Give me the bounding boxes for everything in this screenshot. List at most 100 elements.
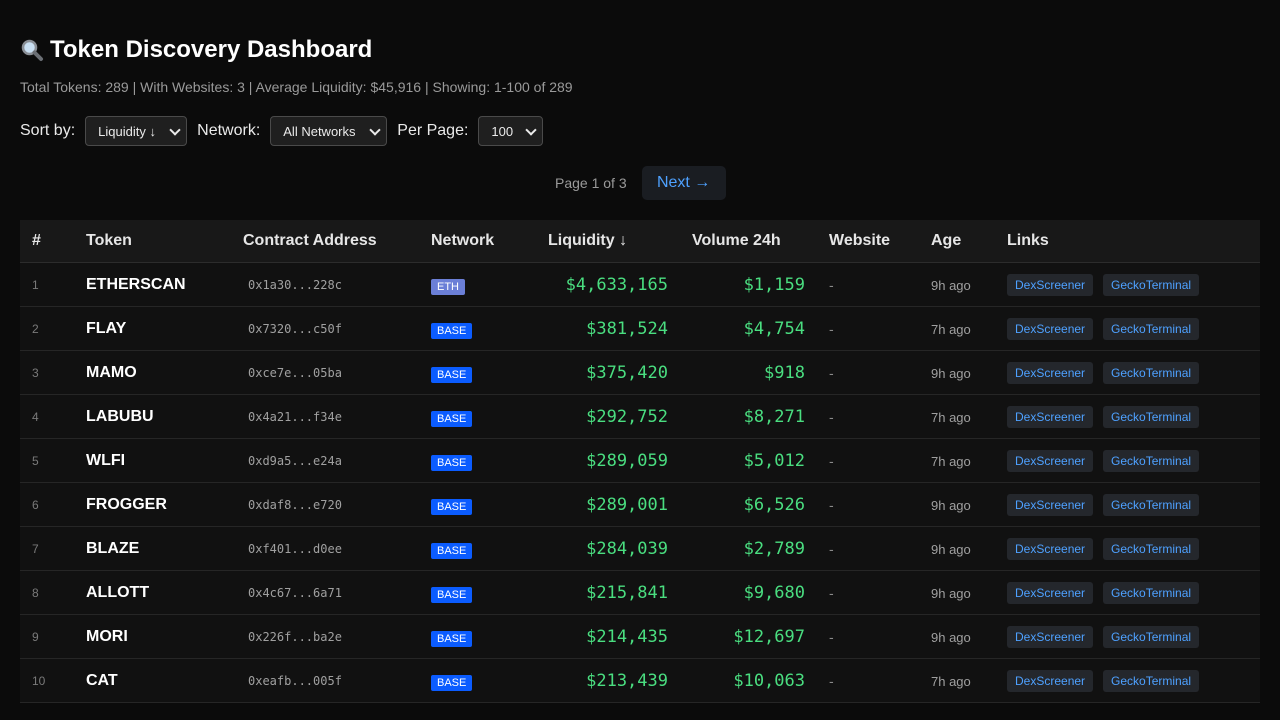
liquidity-value: $289,001 (586, 495, 668, 515)
liquidity-value: $381,524 (586, 319, 668, 339)
column-header-rank: # (32, 232, 41, 249)
token-symbol: FLAY (86, 320, 127, 337)
liquidity-value: $284,039 (586, 539, 668, 559)
website-value: - (829, 673, 834, 689)
liquidity-value: $375,420 (586, 363, 668, 383)
network-cell: BASE (431, 409, 473, 427)
table-row[interactable]: 4 LABUBU 0x4a21...f34e BASE $292,752 $8,271 - 7… (20, 395, 1260, 439)
table-row[interactable]: 9 MORI 0x226f...ba2e BASE $214,435 $12,697 - 9h… (20, 615, 1260, 659)
row-rank: 10 (32, 674, 46, 688)
row-rank: 6 (32, 498, 39, 512)
dexscreener-link[interactable]: DexScreener (1007, 538, 1094, 560)
sort-select[interactable]: Liquidity ↓ (85, 116, 188, 146)
website-value: - (829, 629, 834, 645)
age-value: 9h ago (931, 498, 971, 513)
links-cell: DexScreener GeckoTerminal (1007, 626, 1200, 648)
token-symbol: WLFI (86, 452, 126, 469)
age-value: 9h ago (931, 366, 971, 381)
links-cell: DexScreener GeckoTerminal (1007, 670, 1200, 692)
pagination: Page 1 of 3 Next → (555, 166, 726, 200)
table-row[interactable]: 6 FROGGER 0xdaf8...e720 BASE $289,001 $6,526 -… (20, 483, 1260, 527)
website-value: - (829, 585, 834, 601)
dexscreener-link[interactable]: DexScreener (1007, 362, 1094, 384)
dexscreener-link[interactable]: DexScreener (1007, 406, 1094, 428)
geckoterminal-link[interactable]: GeckoTerminal (1103, 362, 1200, 384)
dexscreener-link[interactable]: DexScreener (1007, 670, 1094, 692)
table-row[interactable]: 3 MAMO 0xce7e...05ba BASE $375,420 $918 - 9h ag… (20, 351, 1260, 395)
geckoterminal-link[interactable]: GeckoTerminal (1103, 274, 1200, 296)
column-header-contract: Contract Address (243, 232, 377, 249)
contract-address[interactable]: 0xf401...d0ee (248, 542, 342, 556)
column-header-volume[interactable]: Volume 24h (692, 232, 781, 250)
network-badge: BASE (431, 367, 473, 383)
geckoterminal-link[interactable]: GeckoTerminal (1103, 582, 1200, 604)
geckoterminal-link[interactable]: GeckoTerminal (1103, 450, 1200, 472)
age-value: 9h ago (931, 586, 971, 601)
column-header-website: Website (829, 232, 891, 249)
dashboard-page: Token Discovery Dashboard Total Tokens: … (0, 0, 1280, 720)
website-value: - (829, 541, 834, 557)
table-row[interactable]: 7 BLAZE 0xf401...d0ee BASE $284,039 $2,789 - 9h… (20, 527, 1260, 571)
column-header-liquidity[interactable]: Liquidity ↓ (548, 232, 627, 250)
links-cell: DexScreener GeckoTerminal (1007, 494, 1200, 516)
network-badge: BASE (431, 499, 473, 515)
token-symbol: LABUBU (86, 408, 154, 425)
dexscreener-link[interactable]: DexScreener (1007, 450, 1094, 472)
row-rank: 2 (32, 322, 39, 336)
table-row[interactable]: 8 ALLOTT 0x4c67...6a71 BASE $215,841 $9,680 - 9… (20, 571, 1260, 615)
table-row[interactable]: 5 WLFI 0xd9a5...e24a BASE $289,059 $5,012 - 7h … (20, 439, 1260, 483)
column-header-network: Network (431, 232, 495, 249)
network-cell: BASE (431, 365, 473, 383)
contract-address[interactable]: 0x7320...c50f (248, 322, 342, 336)
table-row[interactable]: 2 FLAY 0x7320...c50f BASE $381,524 $4,754 - 7h … (20, 307, 1260, 351)
token-symbol: MAMO (86, 364, 137, 381)
contract-address[interactable]: 0x226f...ba2e (248, 630, 342, 644)
volume-value: $10,063 (733, 671, 805, 691)
geckoterminal-link[interactable]: GeckoTerminal (1103, 670, 1200, 692)
geckoterminal-link[interactable]: GeckoTerminal (1103, 626, 1200, 648)
liquidity-value: $214,435 (586, 627, 668, 647)
summary-stats: Total Tokens: 289 | With Websites: 3 | A… (20, 79, 573, 95)
contract-address[interactable]: 0xd9a5...e24a (248, 454, 342, 468)
dexscreener-link[interactable]: DexScreener (1007, 494, 1094, 516)
network-badge: BASE (431, 455, 473, 471)
next-page-button[interactable]: Next → (641, 166, 726, 200)
contract-address[interactable]: 0x4c67...6a71 (248, 586, 342, 600)
liquidity-value: $4,633,165 (565, 275, 668, 295)
network-select[interactable]: All Networks (270, 116, 388, 146)
contract-address[interactable]: 0xce7e...05ba (248, 366, 342, 380)
volume-value: $2,789 (743, 539, 805, 559)
volume-value: $9,680 (743, 583, 805, 603)
links-cell: DexScreener GeckoTerminal (1007, 274, 1200, 296)
network-cell: BASE (431, 629, 473, 647)
row-rank: 7 (32, 542, 39, 556)
contract-address[interactable]: 0xeafb...005f (248, 674, 342, 688)
geckoterminal-link[interactable]: GeckoTerminal (1103, 494, 1200, 516)
volume-value: $12,697 (733, 627, 805, 647)
page-info: Page 1 of 3 (555, 175, 627, 191)
dexscreener-link[interactable]: DexScreener (1007, 318, 1094, 340)
volume-value: $5,012 (743, 451, 805, 471)
dexscreener-link[interactable]: DexScreener (1007, 582, 1094, 604)
geckoterminal-link[interactable]: GeckoTerminal (1103, 406, 1200, 428)
geckoterminal-link[interactable]: GeckoTerminal (1103, 538, 1200, 560)
row-rank: 5 (32, 454, 39, 468)
network-badge: BASE (431, 631, 473, 647)
table-row[interactable]: 10 CAT 0xeafb...005f BASE $213,439 $10,063 - 7h… (20, 659, 1260, 703)
page-title: Token Discovery Dashboard (20, 36, 372, 64)
geckoterminal-link[interactable]: GeckoTerminal (1103, 318, 1200, 340)
contract-address[interactable]: 0x4a21...f34e (248, 410, 342, 424)
dexscreener-link[interactable]: DexScreener (1007, 626, 1094, 648)
dexscreener-link[interactable]: DexScreener (1007, 274, 1094, 296)
website-value: - (829, 409, 834, 425)
per-page-select[interactable]: 100 (478, 116, 544, 146)
contract-address[interactable]: 0x1a30...228c (248, 278, 342, 292)
contract-address[interactable]: 0xdaf8...e720 (248, 498, 342, 512)
age-value: 9h ago (931, 542, 971, 557)
network-cell: BASE (431, 497, 473, 515)
table-row[interactable]: 1 ETHERSCAN 0x1a30...228c ETH $4,633,165 $1,1… (20, 263, 1260, 307)
chevron-down-icon (369, 124, 381, 136)
token-symbol: CAT (86, 672, 118, 689)
token-symbol: ETHERSCAN (86, 276, 186, 293)
magnifier-icon (20, 38, 44, 62)
